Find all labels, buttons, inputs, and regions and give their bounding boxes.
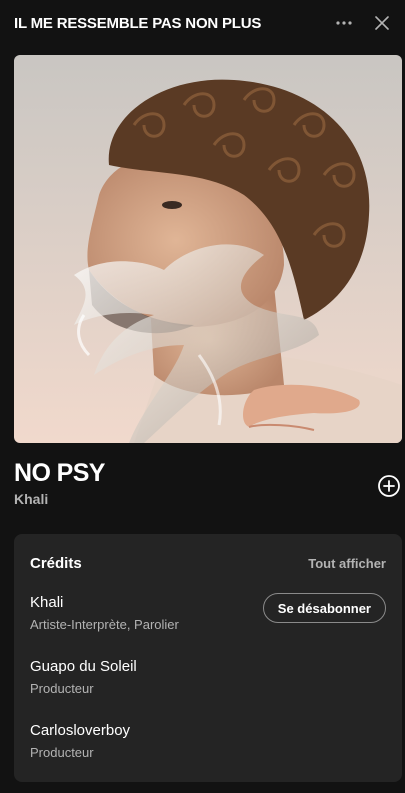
- more-options-button[interactable]: [331, 10, 357, 36]
- track-title[interactable]: NO PSY: [14, 459, 105, 488]
- panel-title: IL ME RESSEMBLE PAS NON PLUS: [14, 14, 262, 32]
- add-circle-icon: [378, 475, 400, 497]
- album-artwork: [14, 55, 402, 443]
- credit-item: Khali Artiste-Interprète, Parolier Se dé…: [30, 593, 386, 632]
- credit-role: Producteur: [30, 745, 94, 760]
- now-playing-view: IL ME RESSEMBLE PAS NON PLUS NO PSY Khal…: [0, 0, 405, 793]
- credit-name[interactable]: Guapo du Soleil: [30, 658, 386, 675]
- credit-role: Producteur: [30, 681, 94, 696]
- track-artist-link[interactable]: Khali: [14, 491, 48, 507]
- credit-name[interactable]: Carlosloverboy: [30, 722, 386, 739]
- add-to-library-button[interactable]: [377, 474, 401, 498]
- close-icon: [375, 16, 389, 30]
- credits-card: Crédits Tout afficher Khali Artiste-Inte…: [14, 534, 402, 782]
- album-cover[interactable]: [14, 55, 402, 443]
- show-all-link[interactable]: Tout afficher: [308, 556, 386, 571]
- credits-heading: Crédits: [30, 555, 82, 572]
- credit-item: Carlosloverboy Producteur: [30, 722, 386, 760]
- panel-header: IL ME RESSEMBLE PAS NON PLUS: [14, 10, 395, 36]
- unfollow-button[interactable]: Se désabonner: [262, 593, 386, 623]
- credit-item: Guapo du Soleil Producteur: [30, 658, 386, 696]
- close-button[interactable]: [369, 10, 395, 36]
- more-horizontal-icon: [336, 21, 352, 25]
